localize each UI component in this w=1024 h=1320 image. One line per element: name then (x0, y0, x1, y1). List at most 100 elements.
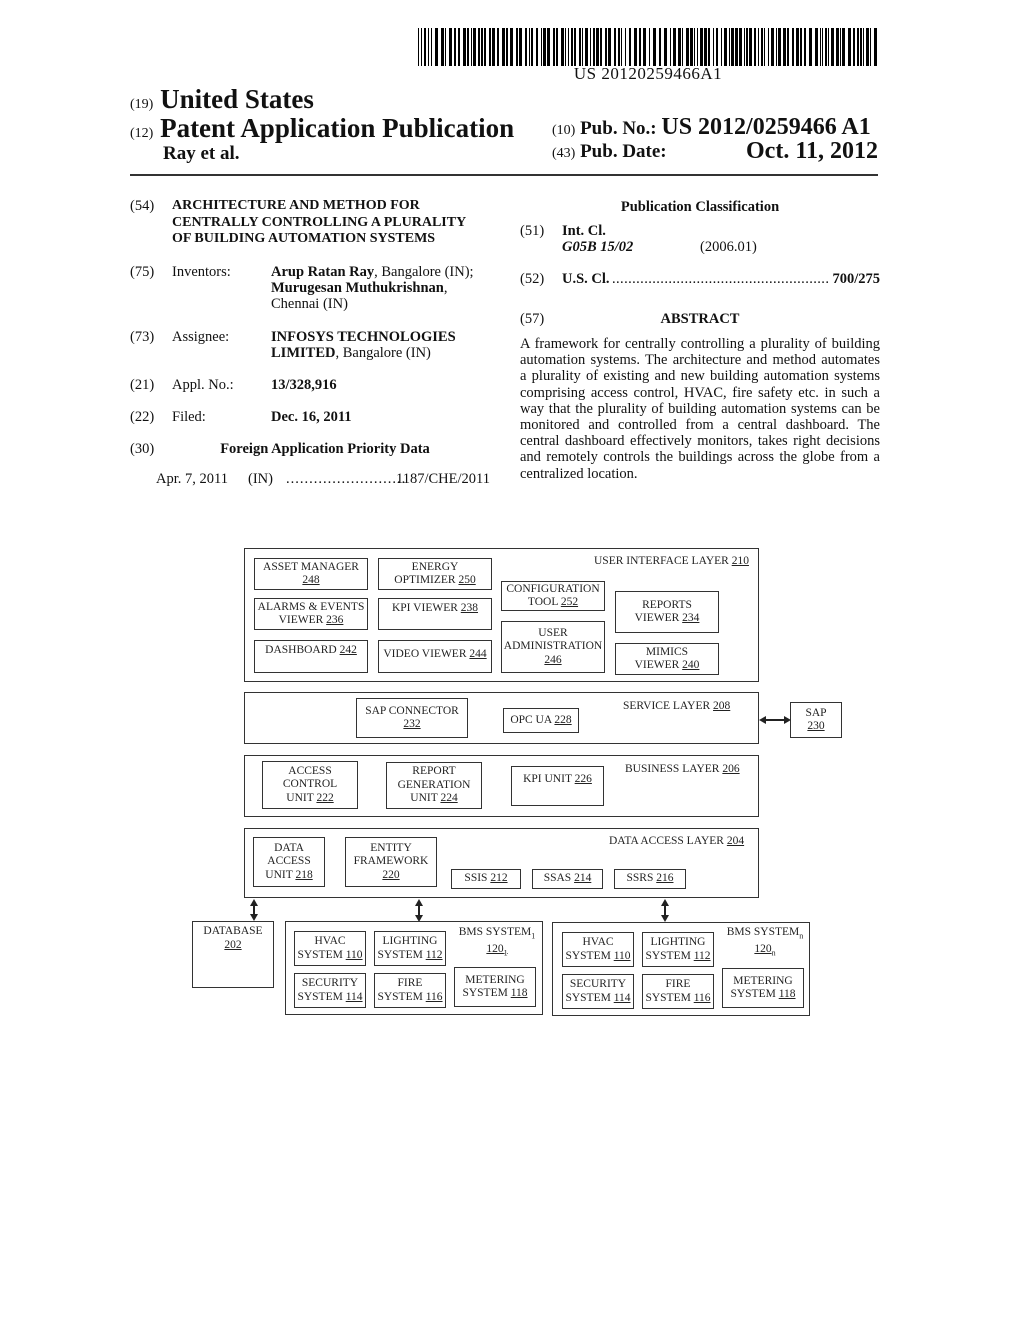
arrowhead-down-icon (250, 914, 258, 921)
separator: , (443, 280, 448, 296)
alarms-events-viewer-box: ALARMS & EVENTS VIEWER 236 (254, 598, 368, 630)
priority-country: (IN) (248, 471, 273, 487)
arrowhead-up-icon (661, 899, 669, 906)
barcode-bar (510, 28, 513, 66)
barcode-bar (682, 28, 683, 66)
classification-heading-text: Publication Classification (620, 199, 780, 215)
barcode-bar (547, 28, 550, 66)
barcode-bar (449, 28, 452, 66)
barcode-bar (596, 28, 599, 66)
doc-type-heading: (12) Patent Application Publication (130, 113, 514, 144)
entity-framework-box: ENTITY FRAMEWORK 220 (345, 837, 437, 887)
barcode-bar (678, 28, 681, 66)
configuration-tool-box: CONFIGURATION TOOL 252 (501, 581, 605, 611)
inid-code: (73) (130, 329, 155, 345)
barcode-bar (639, 28, 641, 66)
barcode-bar (492, 28, 495, 66)
barcode-bar (649, 28, 650, 66)
barcode-bar (697, 28, 698, 66)
barcode-bar (831, 28, 834, 66)
inid-code: (10) (552, 123, 576, 138)
barcode-bar (664, 28, 667, 66)
fire-system-box: FIRE SYSTEM 116 (642, 974, 714, 1009)
barcode-bar (484, 28, 486, 66)
sap-connector-box: SAP CONNECTOR 232 (356, 698, 468, 738)
barcode-bar (418, 28, 419, 66)
leader-dots: ........................................… (612, 271, 838, 287)
inid-code: (12) (130, 126, 154, 141)
priority-date: Apr. 7, 2011 (156, 471, 228, 487)
appl-no-value: 13/328,916 (271, 377, 337, 393)
business-layer (244, 755, 759, 817)
bms-system-1 (285, 921, 543, 1015)
barcode-bar (739, 28, 742, 66)
barcode-number: US 20120259466A1 (573, 64, 723, 83)
barcode-bar (853, 28, 855, 66)
inventor-location: Chennai (IN) (271, 296, 348, 312)
energy-optimizer-box: ENERGY OPTIMIZER 250 (378, 558, 492, 590)
inid-code: (43) (552, 146, 576, 161)
pub-date: Oct. 11, 2012 (746, 138, 878, 164)
classification-heading: Publication Classification (520, 199, 880, 215)
abstract-text: A framework for centrally controlling a … (520, 336, 880, 482)
int-cl-class: G05B 15/02 (562, 239, 634, 255)
barcode-bar (463, 28, 466, 66)
barcode-bar (708, 28, 710, 66)
barcode-bar (729, 28, 730, 66)
barcode-bar (618, 28, 620, 66)
assignee-name: INFOSYS TECHNOLOGIES (271, 329, 456, 345)
assignee-label: Assignee: (172, 329, 230, 345)
barcode-bar (428, 28, 429, 66)
int-cl-field: (51) Int. Cl. G05B 15/02 (2006.01) (520, 223, 880, 259)
service-layer-label: SERVICE LAYER 208 (623, 700, 731, 712)
barcode-bar (489, 28, 491, 66)
ssis-box: SSIS 212 (451, 869, 521, 889)
barcode-bar (582, 28, 583, 66)
lighting-system-box: LIGHTING SYSTEM 112 (642, 932, 714, 967)
barcode-bar (764, 28, 765, 66)
barcode-bar (543, 28, 546, 66)
title-line: CENTRALLY CONTROLLING A PLURALITY (172, 214, 467, 230)
sap-box: SAP 230 (790, 702, 842, 738)
arrowhead-up-icon (250, 899, 258, 906)
barcode-bar (700, 28, 703, 66)
barcode-bar (673, 28, 676, 66)
barcode-bar (870, 28, 871, 66)
barcode-bar (441, 28, 444, 66)
foreign-priority-heading: Foreign Application Priority Data (220, 441, 430, 457)
barcode-bar (561, 28, 564, 66)
user-interface-layer (244, 548, 759, 682)
barcode-bar (749, 28, 752, 66)
pub-date-label-row: (43) Pub. Date: (552, 141, 667, 163)
barcode-bar (579, 28, 581, 66)
barcode-bar (421, 28, 422, 66)
barcode-bar (820, 28, 821, 66)
barcode-bar (800, 28, 802, 66)
abstract-heading: ABSTRACT (660, 311, 740, 327)
barcode-bar (761, 28, 763, 66)
inventors-field: (75) Inventors: Arup Ratan Ray, Bangalor… (130, 264, 500, 314)
database-box: DATABASE 202 (192, 921, 274, 988)
barcode-bar (848, 28, 851, 66)
barcode-bar (731, 28, 734, 66)
lighting-system-box: LIGHTING SYSTEM 112 (374, 931, 446, 966)
barcode-bar (634, 28, 637, 66)
bms-system-1-label: BMS SYSTEM1 1201 (458, 926, 536, 958)
barcode-bar (629, 28, 631, 66)
title-field: (54) ARCHITECTURE AND METHOD FOR CENTRAL… (130, 198, 500, 258)
barcode-bar (659, 28, 661, 66)
fire-system-box: FIRE SYSTEM 116 (374, 973, 446, 1008)
kpi-unit-box: KPI UNIT 226 (511, 766, 604, 806)
leader-dots: .......................... (286, 471, 407, 487)
barcode-bar (792, 28, 794, 66)
arrowhead-down-icon (661, 915, 669, 922)
barcode-bar (473, 28, 476, 66)
barcode-bar (704, 28, 707, 66)
reports-viewer-box: REPORTS VIEWER 234 (615, 591, 719, 633)
appl-no-label: Appl. No.: (172, 377, 234, 393)
us-cl-field: (52) U.S. Cl. ..........................… (520, 271, 880, 289)
inid-code: (75) (130, 264, 155, 280)
barcode-bar (625, 28, 626, 66)
barcode-bar (605, 28, 607, 66)
barcode-bar (471, 28, 472, 66)
